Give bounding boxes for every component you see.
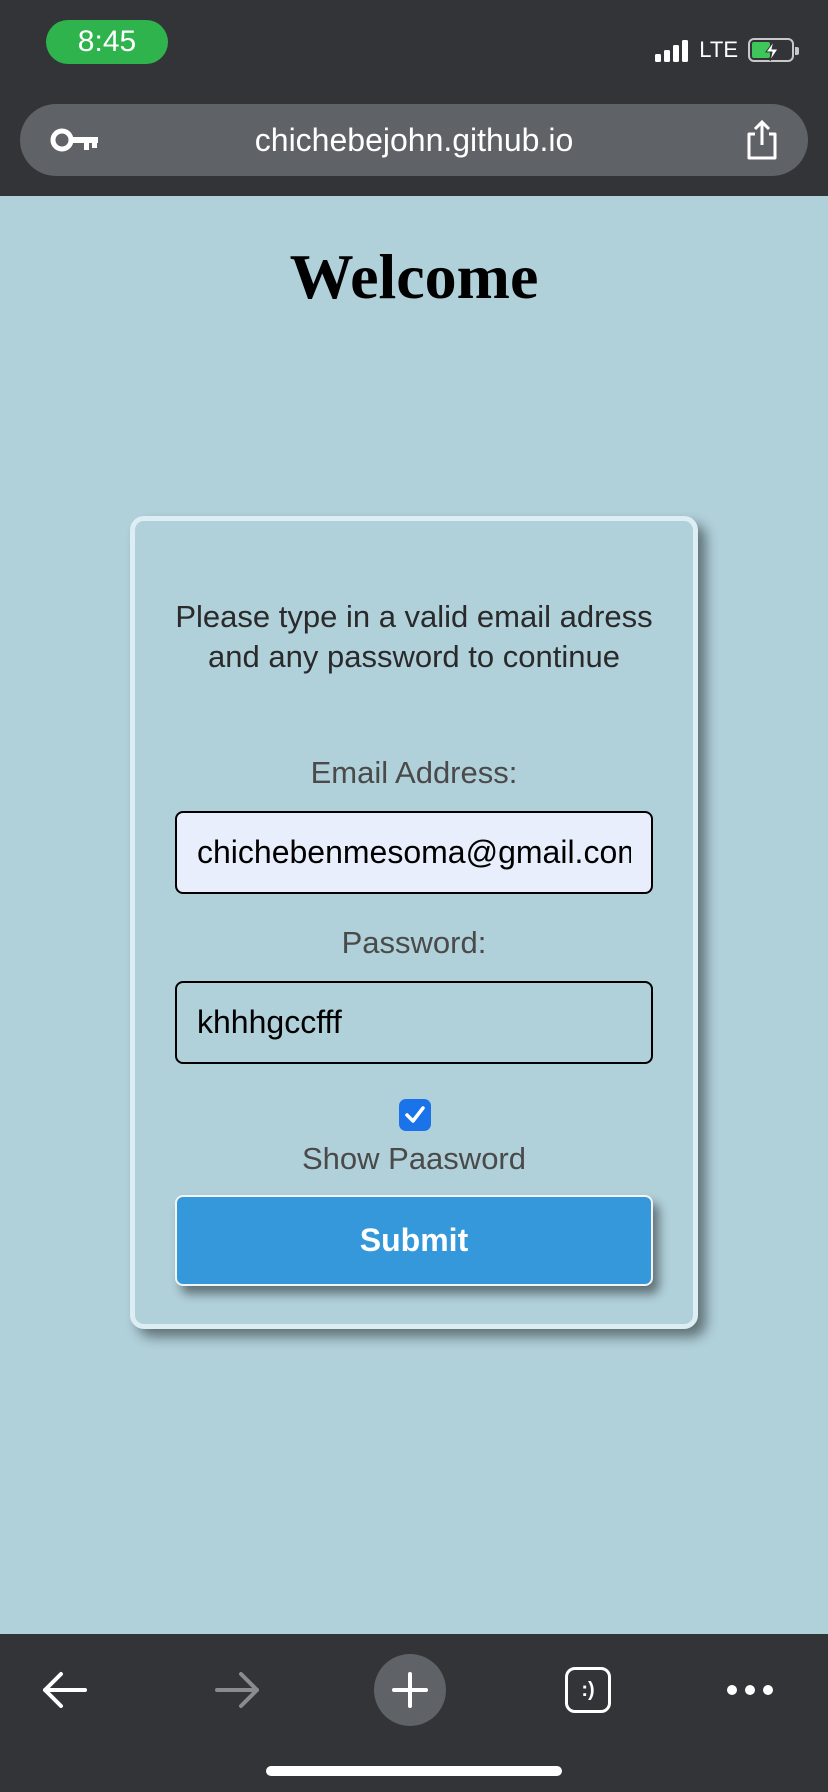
browser-bottom-toolbar: :) [0,1634,828,1792]
status-time: 8:45 [46,20,168,64]
url-text[interactable]: chichebejohn.github.io [20,122,808,159]
password-label: Password: [341,925,487,960]
forward-arrow-icon [215,1672,259,1708]
cellular-signal-icon [655,38,691,62]
battery-charging-icon [748,38,799,62]
status-indicators: LTE [655,36,799,64]
tabs-icon: :) [565,1667,611,1713]
email-field[interactable] [175,811,653,894]
more-button[interactable] [710,1650,790,1730]
submit-button[interactable]: Submit [175,1195,653,1286]
new-tab-plus-icon [392,1672,428,1708]
page-title: Welcome [289,241,539,312]
password-field[interactable] [175,981,653,1064]
back-button[interactable] [24,1650,104,1730]
home-indicator [266,1766,562,1776]
share-icon[interactable] [742,118,782,162]
tabs-button[interactable]: :) [548,1650,628,1730]
checkmark-icon [405,1106,425,1123]
forward-button[interactable] [198,1650,278,1730]
show-password-checkbox[interactable] [399,1099,431,1131]
more-icon [727,1685,773,1695]
back-arrow-icon [43,1672,87,1708]
address-bar[interactable]: chichebejohn.github.io [20,104,808,176]
tabs-label: :) [581,1678,595,1701]
browser-top-chrome: 8:45 LTE chichebejohn.github.io [0,0,828,196]
login-card: Please type in a valid email adress and … [130,516,698,1329]
show-password-label[interactable]: Show Paasword [135,1141,693,1177]
instruction-text: Please type in a valid email adress and … [175,599,653,674]
network-type: LTE [699,37,738,62]
new-tab-button[interactable] [374,1654,446,1726]
email-label: Email Address: [310,755,518,790]
